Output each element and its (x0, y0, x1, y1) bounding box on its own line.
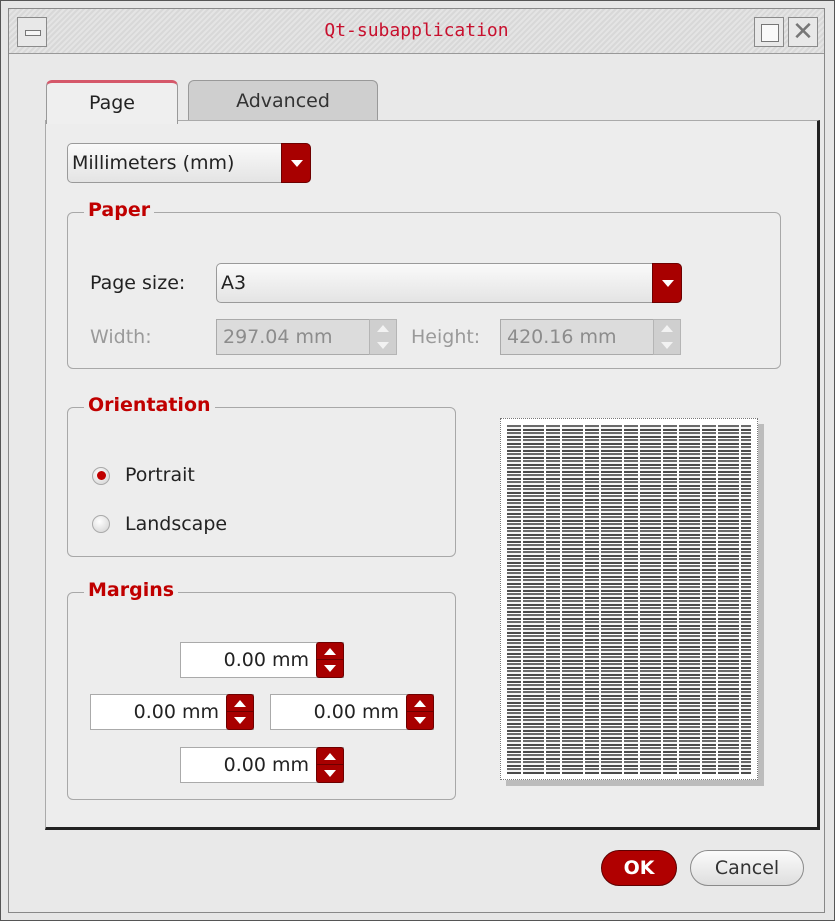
margin-left-value: 0.00 mm (133, 701, 219, 723)
margin-bottom-stepper[interactable] (316, 747, 344, 783)
page-size-label: Page size: (90, 272, 186, 294)
width-value: 297.04 mm (223, 326, 333, 348)
width-label: Width: (90, 326, 152, 348)
tab-advanced[interactable]: Advanced (188, 80, 378, 122)
title-bar[interactable]: Qt-subapplication ✕ (9, 9, 824, 54)
margin-top-stepper[interactable] (316, 642, 344, 678)
landscape-radio[interactable] (92, 515, 110, 533)
height-stepper[interactable] (653, 319, 681, 355)
portrait-radio[interactable] (92, 467, 110, 485)
page-size-select[interactable]: A3 (216, 263, 682, 303)
margin-top-field[interactable]: 0.00 mm (180, 642, 344, 678)
landscape-label[interactable]: Landscape (125, 513, 227, 535)
chevron-down-icon[interactable] (652, 263, 682, 303)
margin-left-stepper[interactable] (226, 694, 254, 730)
tab-page[interactable]: Page (46, 80, 178, 124)
margin-right-value: 0.00 mm (313, 701, 399, 723)
page-size-value: A3 (221, 272, 247, 294)
page-preview (500, 418, 758, 780)
paper-group-title: Paper (84, 199, 155, 221)
margin-right-field[interactable]: 0.00 mm (270, 694, 434, 730)
units-select[interactable]: Millimeters (mm) (67, 143, 311, 183)
cancel-button[interactable]: Cancel (690, 850, 804, 886)
margin-bottom-value: 0.00 mm (223, 754, 309, 776)
ok-button[interactable]: OK (601, 850, 677, 886)
width-field[interactable]: 297.04 mm (216, 319, 397, 355)
orientation-group-title: Orientation (84, 394, 215, 416)
height-value: 420.16 mm (507, 326, 617, 348)
close-icon[interactable]: ✕ (788, 17, 818, 47)
margin-right-stepper[interactable] (406, 694, 434, 730)
width-stepper[interactable] (369, 319, 397, 355)
margin-left-field[interactable]: 0.00 mm (90, 694, 254, 730)
chevron-down-icon[interactable] (281, 143, 311, 183)
preview-text-lines (507, 424, 751, 774)
margin-bottom-field[interactable]: 0.00 mm (180, 747, 344, 783)
portrait-label[interactable]: Portrait (125, 464, 195, 486)
margin-top-value: 0.00 mm (223, 649, 309, 671)
maximize-icon[interactable] (754, 17, 784, 47)
height-label: Height: (411, 326, 481, 348)
units-select-value: Millimeters (mm) (72, 152, 235, 174)
window-title: Qt-subapplication (324, 20, 509, 41)
margins-group-title: Margins (84, 579, 179, 601)
height-field[interactable]: 420.16 mm (500, 319, 681, 355)
